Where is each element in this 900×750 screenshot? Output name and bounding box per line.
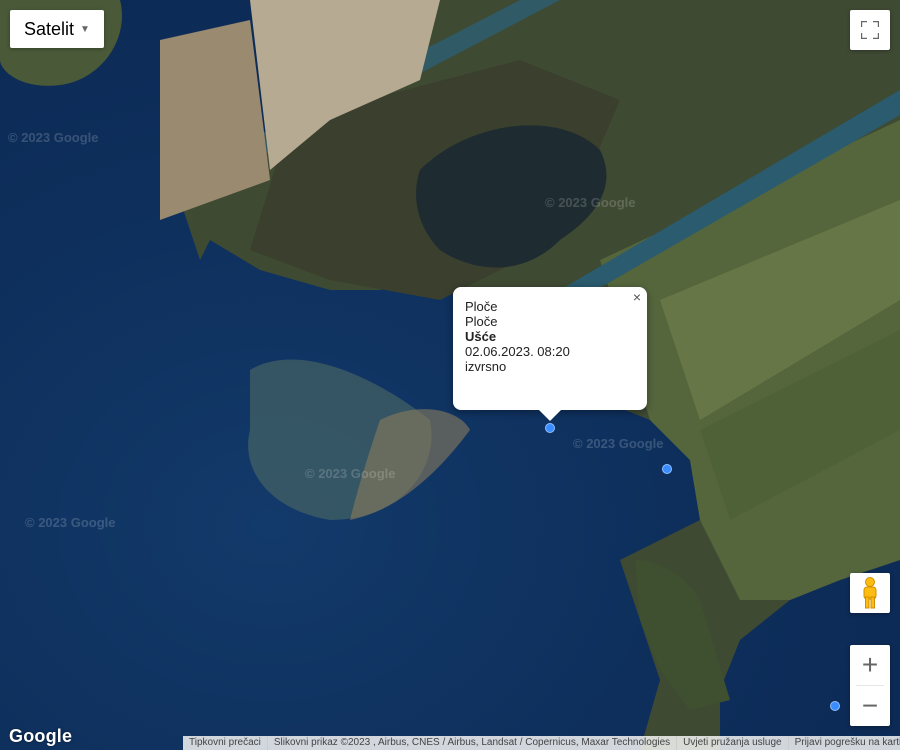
map-canvas[interactable]: © 2023 Google © 2023 Google © 2023 Googl… bbox=[0, 0, 900, 750]
report-error-link[interactable]: Prijavi pogrešku na karti bbox=[787, 736, 900, 750]
info-status: izvrsno bbox=[465, 359, 507, 374]
info-site: Ušće bbox=[465, 329, 497, 344]
imagery-attribution: Slikovni prikaz ©2023 , Airbus, CNES / A… bbox=[266, 736, 676, 750]
map-watermark: © 2023 Google bbox=[8, 130, 99, 145]
keyboard-shortcuts-link[interactable]: Tipkovni prečaci bbox=[183, 736, 267, 750]
fullscreen-button[interactable] bbox=[850, 10, 890, 50]
map-watermark: © 2023 Google bbox=[573, 436, 664, 451]
map-marker[interactable] bbox=[662, 464, 672, 474]
terms-link[interactable]: Uvjeti pružanja usluge bbox=[676, 736, 787, 750]
map-type-button[interactable]: Satelit ▼ bbox=[10, 10, 104, 48]
fullscreen-icon bbox=[861, 21, 879, 39]
google-logo[interactable]: Google bbox=[9, 726, 72, 747]
zoom-out-button[interactable]: − bbox=[850, 686, 890, 726]
info-place: Ploče bbox=[465, 314, 498, 329]
info-window-content: Ploče Ploče Ušće 02.06.2023. 08:20 izvrs… bbox=[465, 299, 570, 374]
map-watermark: © 2023 Google bbox=[305, 466, 396, 481]
zoom-in-button[interactable]: + bbox=[850, 645, 890, 685]
info-window: Ploče Ploče Ušće 02.06.2023. 08:20 izvrs… bbox=[453, 287, 647, 421]
info-window-tail bbox=[539, 410, 561, 421]
zoom-control: + − bbox=[850, 645, 890, 726]
map-watermark: © 2023 Google bbox=[545, 195, 636, 210]
map-watermark: © 2023 Google bbox=[25, 515, 116, 530]
street-view-pegman-button[interactable] bbox=[850, 573, 890, 613]
close-icon[interactable]: × bbox=[629, 289, 645, 305]
map-marker[interactable] bbox=[830, 701, 840, 711]
map-footer: Tipkovni prečaci Slikovni prikaz ©2023 ,… bbox=[183, 736, 900, 750]
map-type-label: Satelit bbox=[24, 18, 75, 39]
info-location: Ploče bbox=[465, 299, 498, 314]
pegman-icon bbox=[863, 577, 877, 609]
info-timestamp: 02.06.2023. 08:20 bbox=[465, 344, 570, 359]
dropdown-caret-icon: ▼ bbox=[80, 23, 90, 35]
satellite-imagery bbox=[0, 0, 900, 750]
map-marker[interactable] bbox=[545, 423, 555, 433]
